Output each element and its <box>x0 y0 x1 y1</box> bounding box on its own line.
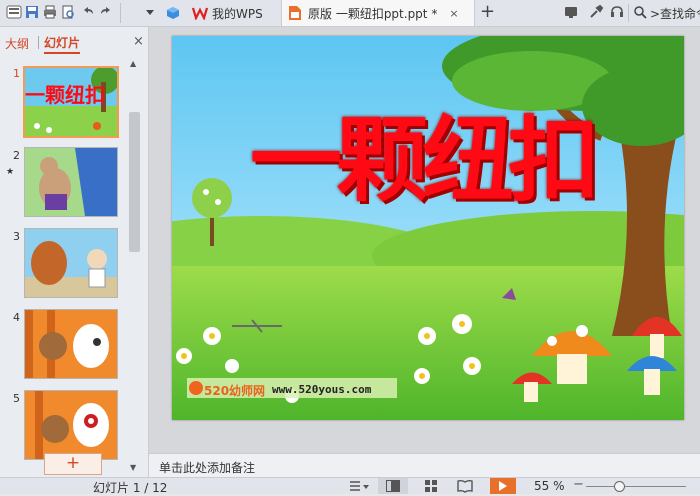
normal-view-icon <box>386 480 400 492</box>
scroll-up-arrow-icon[interactable]: ▲ <box>130 59 136 68</box>
wps-logo-icon[interactable] <box>6 4 22 20</box>
status-bar: 幻灯片 1 / 12 55 % − <box>0 477 700 495</box>
search-icon[interactable] <box>634 6 647 19</box>
separator <box>38 36 39 49</box>
notes-pane[interactable]: 单击此处添加备注 <box>149 453 700 478</box>
current-slide[interactable]: 一颗纽扣 520幼师网 www.520yous.com <box>172 36 684 420</box>
scroll-thumb[interactable] <box>129 112 140 252</box>
slide-thumbnail-3[interactable] <box>24 228 118 298</box>
zoom-level[interactable]: 55 % <box>534 479 565 493</box>
zoom-slider[interactable] <box>586 486 686 487</box>
cube-icon <box>167 7 179 19</box>
thumbnail-title: 一颗纽扣 <box>25 83 105 107</box>
normal-view-button[interactable] <box>378 478 408 494</box>
slides-pane: 大纲 幻灯片 × 1 一颗纽扣 2 ★ 3 4 5 ▲ ▼ <box>0 27 149 477</box>
slide-number: 4 <box>13 311 20 324</box>
brand-label: 520幼师网 <box>204 384 266 398</box>
thumbnail-image <box>25 148 117 216</box>
undo-icon[interactable] <box>80 4 96 20</box>
slide-thumbnail-2[interactable] <box>24 147 118 217</box>
slide-number: 3 <box>13 230 20 243</box>
dropdown-icon[interactable] <box>142 4 158 20</box>
notes-placeholder[interactable]: 单击此处添加备注 <box>159 459 255 476</box>
zoom-slider-handle[interactable] <box>614 481 625 492</box>
pane-header: 大纲 幻灯片 × <box>0 27 148 57</box>
new-tab-button[interactable]: + <box>480 1 495 22</box>
play-slideshow-button[interactable] <box>490 478 516 494</box>
separator <box>120 3 121 23</box>
print-preview-icon[interactable] <box>60 4 76 20</box>
thumbnail-list: 1 一颗纽扣 2 ★ 3 4 5 <box>0 57 128 475</box>
tab-label: 我的WPS <box>212 6 263 21</box>
print-icon[interactable] <box>42 4 58 20</box>
thumbnail-image: 一颗纽扣 <box>25 68 117 136</box>
zoom-out-button[interactable]: − <box>573 477 584 492</box>
slide-title[interactable]: 一颗纽扣 <box>242 106 602 216</box>
skin-icon[interactable] <box>563 4 579 20</box>
search-command-field[interactable]: >查找命令 <box>650 5 700 22</box>
slide-number: 2 <box>13 149 20 162</box>
animation-star-icon: ★ <box>6 167 15 177</box>
title-tab-bar: 我的WPS 原版 一颗纽扣ppt.ppt * × + >查找命令 <box>0 0 700 27</box>
add-slide-button[interactable]: + <box>44 453 102 475</box>
slide-sorter-icon[interactable] <box>424 479 438 493</box>
redo-icon[interactable] <box>98 4 114 20</box>
play-icon <box>499 481 507 491</box>
tab-my-wps[interactable]: 我的WPS <box>162 0 280 26</box>
slide-number: 1 <box>13 67 20 80</box>
slide-thumbnail-5[interactable] <box>24 390 118 460</box>
help-icon[interactable] <box>609 4 625 20</box>
thumbnail-image <box>25 391 117 459</box>
reading-view-icon[interactable] <box>457 479 473 493</box>
wps-w-icon <box>192 7 208 20</box>
thumbnail-image <box>25 310 117 378</box>
tab-close-button[interactable]: × <box>449 7 458 20</box>
tab-document[interactable]: 原版 一颗纽扣ppt.ppt * × <box>281 0 475 26</box>
slide-background-illustration <box>172 36 684 420</box>
slide-thumbnail-4[interactable] <box>24 309 118 379</box>
tools-icon[interactable] <box>588 4 604 20</box>
ppt-file-icon <box>289 6 301 20</box>
thumbnail-image <box>25 229 117 297</box>
separator <box>628 4 629 22</box>
slide-indicator: 幻灯片 1 / 12 <box>93 481 168 495</box>
thumbnail-scrollbar[interactable]: ▲ ▼ <box>128 57 141 475</box>
pane-close-button[interactable]: × <box>133 34 144 49</box>
tab-label: 原版 一颗纽扣ppt.ppt * <box>308 6 438 21</box>
brand-url: www.520yous.com <box>272 383 372 396</box>
slide-thumbnail-1[interactable]: 一颗纽扣 <box>23 66 119 138</box>
save-icon[interactable] <box>24 4 40 20</box>
scroll-down-arrow-icon[interactable]: ▼ <box>130 463 136 472</box>
tab-outline[interactable]: 大纲 <box>5 35 29 52</box>
tab-slides[interactable]: 幻灯片 <box>44 34 81 54</box>
slide-number: 5 <box>13 392 20 405</box>
notes-toggle-icon[interactable] <box>348 479 370 493</box>
